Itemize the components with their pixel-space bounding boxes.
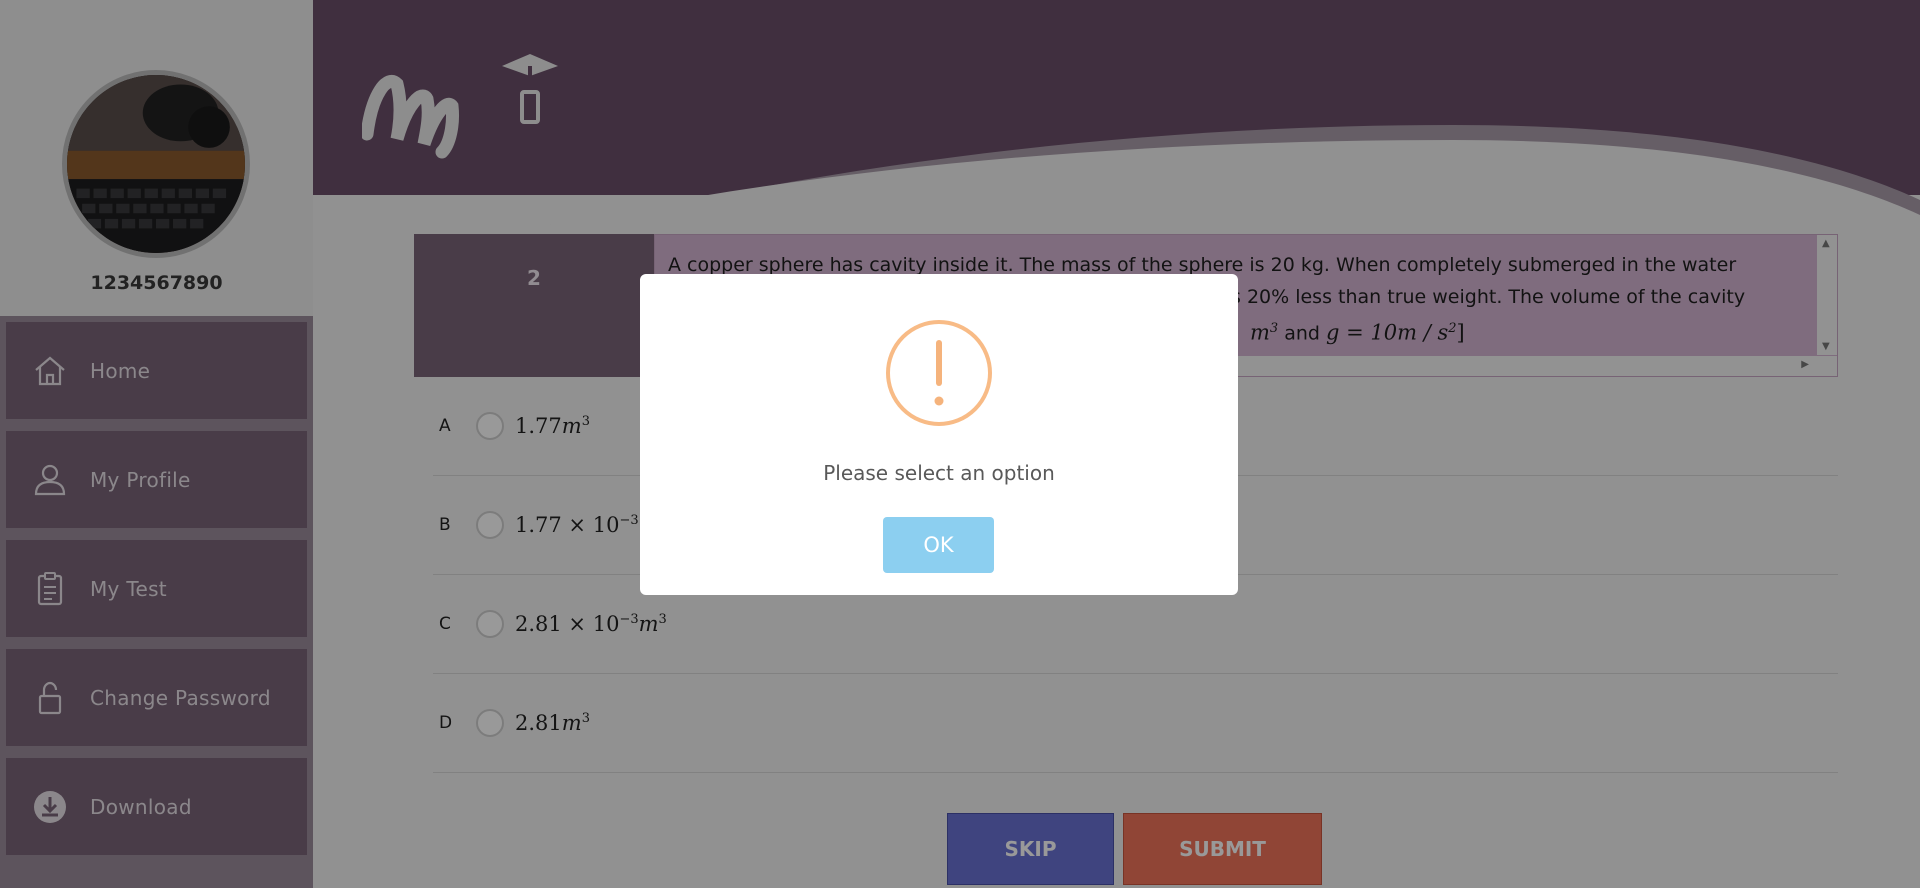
warning-icon bbox=[886, 320, 992, 426]
ok-button[interactable]: OK bbox=[883, 517, 994, 573]
alert-message: Please select an option bbox=[823, 461, 1055, 485]
alert-dialog: Please select an option OK bbox=[640, 274, 1238, 595]
